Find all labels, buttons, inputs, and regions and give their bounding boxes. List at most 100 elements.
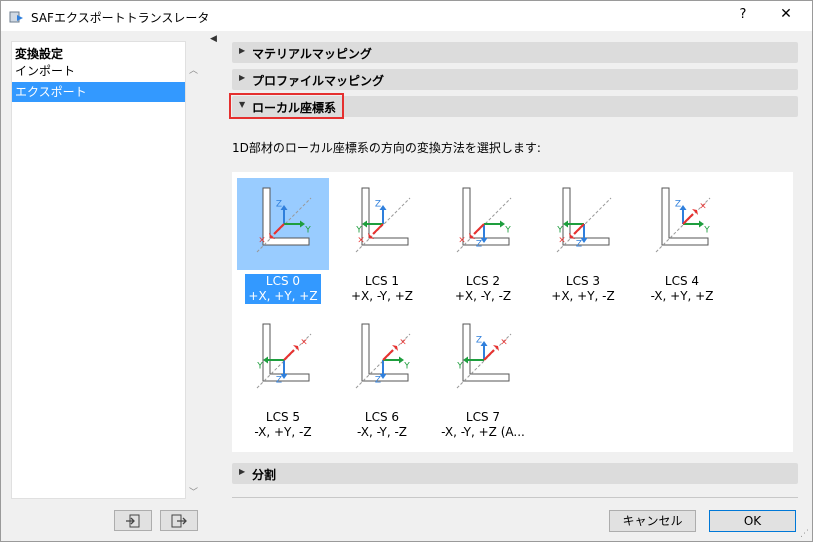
section-material-mapping[interactable]: ▶ マテリアルマッピング: [232, 42, 798, 63]
lcs-name: LCS 2: [465, 274, 501, 288]
angle-profile-shape: [361, 323, 409, 382]
lcs-diagram: Z Y ×: [237, 314, 329, 406]
lcs-axes: -X, -Y, +Z (A...: [441, 425, 525, 439]
lcs-diagram: Z Y ×: [336, 178, 428, 270]
lcs-axes: +X, -Y, -Z: [454, 289, 512, 303]
lcs-axes: +X, +Y, +Z: [248, 289, 318, 303]
x-axis-arrow: [368, 223, 384, 239]
export-settings-button[interactable]: [160, 510, 198, 531]
dialog-window: SAFエクスポートトランスレータ ? ✕ 変換設定 インポート エクスポート ︿…: [0, 0, 813, 542]
lcs-name: LCS 5: [265, 410, 301, 424]
lcs-description: 1D部材のローカル座標系の方向の変換方法を選択します:: [232, 141, 541, 155]
lcs-option-grid: Z Y × LCS 0 +X, +Y, +Z Z Y × LCS 1 +X, -Y, +Z Z Y × L…: [232, 172, 793, 452]
sidebar-item-export[interactable]: エクスポート: [12, 82, 185, 102]
scroll-up-icon[interactable]: ︿: [189, 63, 198, 76]
z-axis-label: Z: [576, 240, 582, 250]
x-axis-label: ×: [500, 338, 508, 348]
import-settings-button[interactable]: [114, 510, 152, 531]
lcs-option-1[interactable]: Z Y × LCS 1 +X, -Y, +Z: [336, 178, 428, 313]
lcs-name: LCS 4: [664, 274, 700, 288]
z-axis-label: Z: [476, 336, 482, 346]
sidebar-item-import[interactable]: インポート: [12, 61, 185, 81]
resize-grip-icon[interactable]: ⋰: [800, 529, 809, 539]
lcs-option-0[interactable]: Z Y × LCS 0 +X, +Y, +Z: [237, 178, 329, 313]
lcs-axes: -X, -Y, -Z: [357, 425, 407, 439]
x-axis-label: ×: [399, 338, 407, 348]
settings-list-scrollbar[interactable]: ︿ ﹀: [187, 41, 201, 499]
x-axis-label: ×: [458, 236, 466, 246]
lcs-axes: +X, +Y, -Z: [551, 289, 615, 303]
lcs-name: LCS 3: [565, 274, 601, 288]
lcs-option-4[interactable]: Z Y × LCS 4 -X, +Y, +Z: [636, 178, 728, 313]
lcs-option-label: LCS 2 +X, -Y, -Z: [437, 274, 529, 304]
lcs-name: LCS 0: [265, 274, 301, 288]
ok-button[interactable]: OK: [709, 510, 796, 532]
x-axis-label: ×: [258, 236, 266, 246]
z-axis-label: Z: [476, 240, 482, 250]
lcs-diagram: Z Y ×: [636, 178, 728, 270]
lcs-option-label: LCS 3 +X, +Y, -Z: [537, 274, 629, 304]
title-bar: SAFエクスポートトランスレータ ? ✕: [1, 1, 812, 31]
lcs-option-6[interactable]: Z Y × LCS 6 -X, -Y, -Z: [336, 314, 428, 449]
x-axis-label: ×: [300, 338, 308, 348]
lcs-axes: +X, -Y, +Z: [350, 289, 414, 303]
highlight-box: [229, 93, 344, 119]
x-axis-label: ×: [558, 236, 566, 246]
x-axis-arrow: [269, 223, 285, 239]
close-button[interactable]: ✕: [774, 6, 798, 26]
z-axis-label: Z: [276, 200, 282, 210]
lcs-option-label: LCS 4 -X, +Y, +Z: [636, 274, 728, 304]
settings-list: 変換設定 インポート エクスポート: [11, 41, 186, 499]
y-axis-label: Y: [403, 362, 410, 372]
lcs-diagram: Z Y ×: [437, 178, 529, 270]
lcs-diagram: Z Y ×: [437, 314, 529, 406]
lcs-diagram: Z Y ×: [336, 314, 428, 406]
export-settings-icon: [171, 514, 187, 528]
y-axis-label: Y: [556, 226, 563, 236]
section-label: マテリアルマッピング: [252, 47, 372, 61]
y-axis-label: Y: [456, 362, 463, 372]
lcs-option-2[interactable]: Z Y × LCS 2 +X, -Y, -Z: [437, 178, 529, 313]
x-axis-arrow: [283, 345, 299, 361]
z-axis-label: Z: [375, 376, 381, 386]
section-split[interactable]: ▶ 分割: [232, 463, 798, 484]
expand-arrow-icon: ▶: [239, 467, 246, 476]
cancel-button[interactable]: キャンセル: [609, 510, 696, 532]
import-settings-icon: [126, 514, 140, 528]
x-axis-arrow: [483, 345, 499, 361]
z-axis-label: Z: [675, 200, 681, 210]
collapse-panel-icon[interactable]: ◀: [210, 34, 217, 44]
angle-profile-shape: [661, 187, 709, 246]
lcs-option-7[interactable]: Z Y × LCS 7 -X, -Y, +Z (A...: [437, 314, 529, 449]
x-axis-label: ×: [699, 202, 707, 212]
y-axis-label: Y: [304, 226, 311, 236]
section-profile-mapping[interactable]: ▶ プロファイルマッピング: [232, 69, 798, 90]
help-button[interactable]: ?: [733, 7, 753, 27]
y-axis-label: Y: [256, 362, 263, 372]
lcs-axes: -X, +Y, -Z: [254, 425, 312, 439]
lcs-name: LCS 1: [364, 274, 400, 288]
expand-arrow-icon: ▶: [239, 73, 246, 82]
lcs-diagram: Z Y ×: [237, 178, 329, 270]
z-axis-label: Z: [375, 200, 381, 210]
lcs-name: LCS 7: [465, 410, 501, 424]
angle-profile-shape: [262, 323, 310, 382]
footer-divider: [232, 497, 798, 498]
lcs-option-label: LCS 1 +X, -Y, +Z: [336, 274, 428, 304]
lcs-option-label: LCS 7 -X, -Y, +Z (A...: [437, 410, 529, 440]
expand-arrow-icon: ▶: [239, 46, 246, 55]
section-label: プロファイルマッピング: [252, 74, 385, 88]
lcs-axes: -X, +Y, +Z: [650, 289, 714, 303]
translator-app-icon: [9, 11, 23, 23]
lcs-option-3[interactable]: Z Y × LCS 3 +X, +Y, -Z: [537, 178, 629, 313]
window-title: SAFエクスポートトランスレータ: [31, 11, 210, 25]
lcs-option-5[interactable]: Z Y × LCS 5 -X, +Y, -Z: [237, 314, 329, 449]
x-axis-arrow: [682, 209, 698, 225]
x-axis-label: ×: [357, 236, 365, 246]
angle-profile-shape: [462, 323, 510, 382]
section-label: 分割: [252, 468, 277, 482]
lcs-name: LCS 6: [364, 410, 400, 424]
scroll-down-icon[interactable]: ﹀: [189, 485, 198, 498]
x-axis-arrow: [569, 223, 585, 239]
lcs-diagram: Z Y ×: [537, 178, 629, 270]
